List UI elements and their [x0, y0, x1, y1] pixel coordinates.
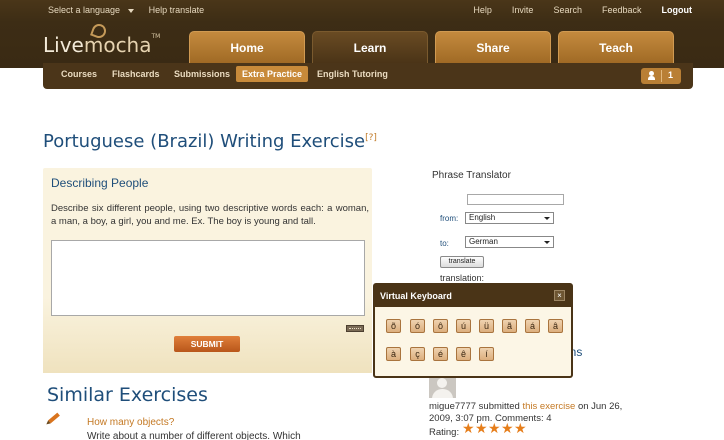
page-title: Portuguese (Brazil) Writing Exercise[?]: [43, 131, 377, 152]
subnav-item-english-tutoring[interactable]: English Tutoring: [317, 69, 388, 79]
star-icon: ★: [475, 420, 488, 436]
key-e-acute[interactable]: é: [433, 347, 448, 361]
subnav-item-courses[interactable]: Courses: [61, 69, 97, 79]
logo-trademark: TM: [151, 33, 161, 40]
invite-link[interactable]: Invite: [512, 5, 534, 15]
submission-link[interactable]: this exercise: [522, 401, 575, 412]
from-language-value: English: [469, 213, 496, 222]
translation-label: translation:: [440, 273, 485, 283]
search-link[interactable]: Search: [553, 5, 582, 15]
subnav-item-flashcards[interactable]: Flashcards: [112, 69, 160, 79]
key-o-tilde[interactable]: õ: [386, 319, 401, 333]
translate-button[interactable]: translate: [440, 256, 484, 268]
star-icon: ★: [488, 420, 501, 436]
submission-user[interactable]: migue7777: [429, 401, 476, 412]
notification-button[interactable]: 1: [641, 68, 681, 84]
key-e-circumflex[interactable]: ê: [456, 347, 471, 361]
similar-exercises-title: Similar Exercises: [47, 384, 208, 406]
select-language-label: Select a language: [48, 5, 121, 15]
logo[interactable]: LivemochaTM: [43, 33, 160, 57]
exercise-panel: Describing People Describe six different…: [43, 168, 372, 373]
top-links-left: Select a language Help translate: [48, 5, 210, 15]
pencil-icon: [48, 412, 60, 424]
key-a-grave[interactable]: à: [386, 347, 401, 361]
sub-navigation: Courses Flashcards Submissions Extra Pra…: [43, 63, 693, 89]
avatar[interactable]: [429, 376, 456, 398]
key-c-cedilla[interactable]: ç: [410, 347, 425, 361]
key-a-acute[interactable]: á: [525, 319, 540, 333]
feedback-link[interactable]: Feedback: [602, 5, 642, 15]
to-language-value: German: [469, 237, 498, 246]
key-o-acute[interactable]: ó: [410, 319, 425, 333]
rating-stars: ★ ★ ★ ★ ★: [462, 420, 527, 436]
star-icon: ★: [501, 420, 514, 436]
divider: [661, 70, 662, 82]
key-u-umlaut[interactable]: ü: [479, 319, 494, 333]
chevron-down-icon: [544, 217, 550, 220]
similar-exercise-description: Write about a number of different object…: [87, 431, 301, 440]
phrase-translator-title: Phrase Translator: [432, 170, 511, 181]
header: Select a language Help translate Help In…: [0, 0, 724, 68]
select-language-link[interactable]: Select a language: [48, 5, 140, 15]
exercise-description: Describe six different people, using two…: [51, 203, 369, 227]
key-a-circumflex[interactable]: â: [548, 319, 563, 333]
answer-textarea[interactable]: [51, 240, 365, 316]
help-translate-link[interactable]: Help translate: [149, 5, 205, 15]
person-icon: [648, 71, 655, 81]
to-language-select[interactable]: German: [465, 236, 554, 248]
subnav-item-submissions[interactable]: Submissions: [174, 69, 230, 79]
key-o-circumflex[interactable]: ô: [433, 319, 448, 333]
to-label: to:: [440, 239, 449, 248]
close-icon[interactable]: ×: [554, 290, 565, 301]
similar-exercise-link[interactable]: How many objects?: [87, 417, 174, 428]
from-label: from:: [440, 214, 459, 223]
key-u-acute[interactable]: ú: [456, 319, 471, 333]
tab-learn[interactable]: Learn: [312, 31, 428, 63]
key-a-tilde[interactable]: ã: [502, 319, 517, 333]
notification-count: 1: [668, 70, 674, 80]
from-language-select[interactable]: English: [465, 212, 554, 224]
subnav-item-extra-practice[interactable]: Extra Practice: [236, 66, 309, 82]
tab-home[interactable]: Home: [189, 31, 305, 63]
submission-verb: submitted: [478, 401, 520, 412]
keyboard-icon[interactable]: [346, 325, 364, 332]
star-icon: ★: [514, 420, 527, 436]
virtual-keyboard-popup: Virtual Keyboard × õ ó ô ú ü ã á â à ç é…: [373, 283, 573, 378]
logout-link[interactable]: Logout: [662, 5, 693, 15]
key-i-acute[interactable]: í: [479, 347, 494, 361]
tab-teach[interactable]: Teach: [558, 31, 674, 63]
help-link[interactable]: [?]: [365, 133, 377, 143]
submission-line-1: migue7777 submitted this exercise on Jun…: [429, 401, 679, 412]
submit-button[interactable]: SUBMIT: [174, 336, 240, 352]
help-link[interactable]: Help: [473, 5, 492, 15]
page-title-text: Portuguese (Brazil) Writing Exercise: [43, 131, 366, 152]
top-links-right: Help Invite Search Feedback Logout: [453, 5, 692, 15]
virtual-keyboard-header: Virtual Keyboard: [375, 285, 571, 307]
virtual-keyboard-title: Virtual Keyboard: [380, 291, 452, 301]
star-icon: ★: [462, 420, 475, 436]
submission-date: on Jun 26,: [577, 401, 623, 412]
chevron-down-icon: [544, 241, 550, 244]
logo-text-mocha: mocha: [83, 33, 152, 57]
tab-share[interactable]: Share: [435, 31, 551, 63]
exercise-heading: Describing People: [51, 176, 149, 190]
chevron-down-icon: [128, 8, 135, 13]
phrase-input[interactable]: [467, 194, 564, 205]
logo-text-live: Live: [43, 33, 84, 57]
